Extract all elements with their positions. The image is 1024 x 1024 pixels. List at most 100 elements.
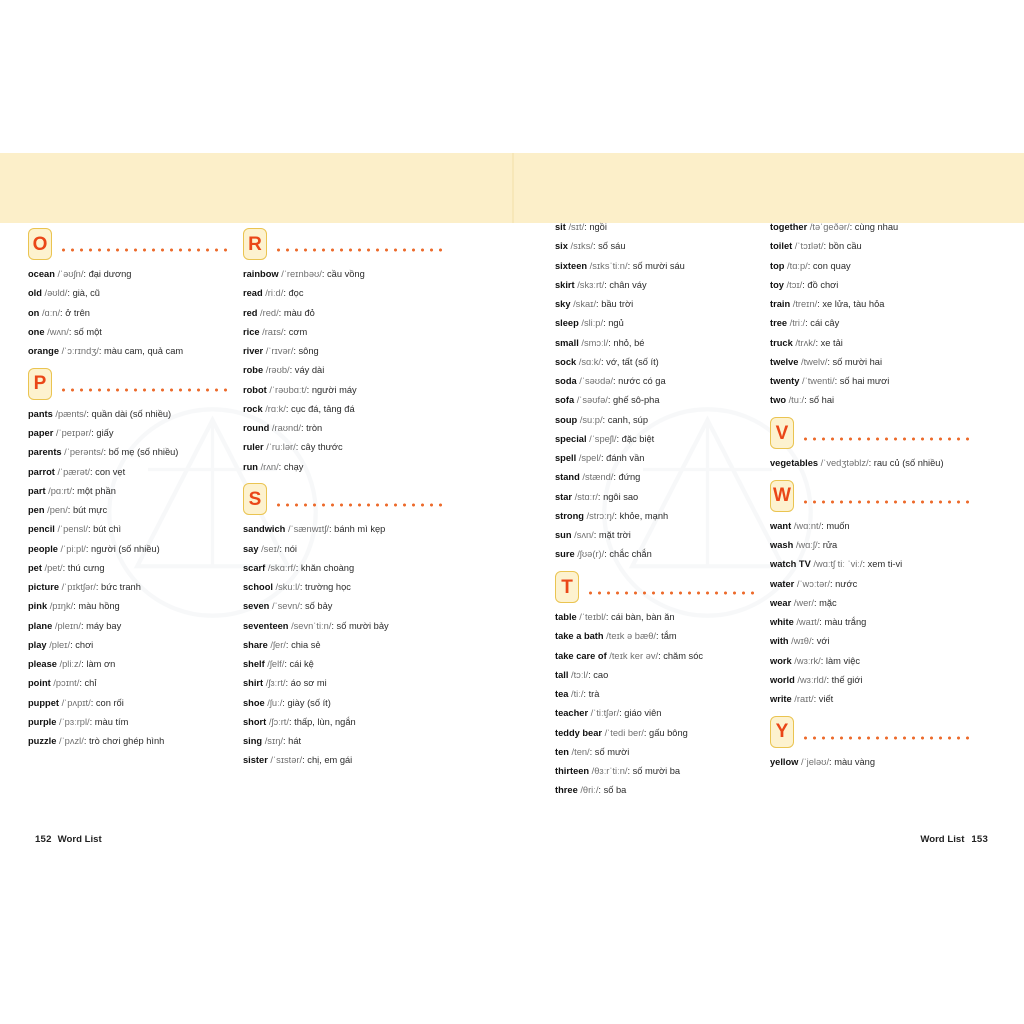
definition: : số ba xyxy=(598,785,627,796)
headword: pencil xyxy=(28,524,55,535)
word-entry: thirteen /θɜːrˈtiːn/: số mười ba xyxy=(555,766,760,777)
pronunciation: /ˈperənts/ xyxy=(61,447,104,458)
word-entry: truck /trʌk/: xe tải xyxy=(770,337,975,349)
definition: : số bảy xyxy=(299,601,333,612)
pronunciation: /rɑːk/ xyxy=(262,403,286,414)
pronunciation: /raɪs/ xyxy=(259,326,284,337)
pronunciation: /ˈəʊʃn/ xyxy=(54,269,84,279)
definition: : chia sẻ xyxy=(285,639,321,650)
definition: : váy dài xyxy=(289,365,325,376)
pronunciation: /ˈjeləʊ/ xyxy=(798,756,830,767)
definition: : làm việc xyxy=(820,655,861,666)
headword: teacher xyxy=(555,708,589,719)
word-entry: twelve /twelv/: số mười hai xyxy=(770,357,975,368)
dotted-rule xyxy=(801,437,975,441)
left-page-columns: Oocean /ˈəʊʃn/: đại dương old /əʊld/: già… xyxy=(28,223,448,776)
headword: sandwich xyxy=(243,524,286,535)
definition: : xe lửa, tàu hỏa xyxy=(817,299,885,309)
pronunciation: /ʃʊə(r)/ xyxy=(574,549,605,560)
definition: : sông xyxy=(293,346,319,356)
pronunciation: /sevnˈtiːn/ xyxy=(288,620,332,631)
definition: : con vẹt xyxy=(90,466,126,477)
definition: : bồn cầu xyxy=(823,241,862,252)
letter-badge-r: R xyxy=(243,228,267,260)
column-3: sit /sɪt/: ngồi six /sɪks/: số sáu sixteen… xyxy=(555,222,760,806)
pronunciation: /ˈsænwɪtʃ/ xyxy=(285,524,329,535)
pronunciation: /θɜːrˈtiːn/ xyxy=(589,766,628,776)
pronunciation: /ˈruːlər/ xyxy=(263,442,296,453)
headword: rainbow xyxy=(243,269,279,279)
dotted-rule xyxy=(801,735,975,740)
headword: world xyxy=(770,674,795,685)
pronunciation: /sɪksˈtiːn/ xyxy=(587,260,628,271)
word-entry: sofa /ˈsəʊfə/: ghế sô-pha xyxy=(555,395,760,406)
headword: rock xyxy=(243,403,263,414)
footer-label-left: Word List xyxy=(57,834,102,845)
pronunciation: /stɑːr/ xyxy=(572,491,598,502)
pronunciation: /red/ xyxy=(257,307,279,318)
word-entry: seventeen /sevnˈtiːn/: số mười bảy xyxy=(243,620,448,632)
definition: : gấu bông xyxy=(643,727,688,738)
definition: : khỏe, mạnh xyxy=(614,510,669,521)
word-entry: ruler /ˈruːlər/: cây thước xyxy=(243,442,448,453)
word-entry: take a bath /teɪk ə bæθ/: tắm xyxy=(555,631,760,642)
headword: ocean xyxy=(28,269,55,279)
headword: rice xyxy=(243,326,260,337)
headword: seven xyxy=(243,601,270,612)
headword: strong xyxy=(555,510,584,521)
word-entry: special /ˈspeʃl/: đặc biệt xyxy=(555,434,760,445)
word-entry: pencil /ˈpensl/: bút chì xyxy=(28,524,233,535)
definition: : trường học xyxy=(299,582,351,592)
pronunciation: /rəʊb/ xyxy=(263,365,290,376)
definition: : cơm xyxy=(283,326,308,337)
word-list-page-spread: Oocean /ˈəʊʃn/: đại dương old /əʊld/: già… xyxy=(0,0,1024,1024)
word-entry: top /tɑːp/: con quay xyxy=(770,261,975,272)
definition: : cầu vồng xyxy=(321,269,365,279)
headword: yellow xyxy=(770,756,799,767)
definition: : tròn xyxy=(300,423,323,433)
word-entry: rock /rɑːk/: cục đá, tảng đá xyxy=(243,403,448,415)
definition: : cái bàn, bàn ăn xyxy=(605,612,675,622)
pronunciation: /stænd/ xyxy=(579,472,614,483)
word-entry: part /pɑːrt/: một phần xyxy=(28,486,233,497)
pronunciation: /ˈrɪvər/ xyxy=(263,346,294,356)
pronunciation: /spel/ xyxy=(576,453,601,463)
headword: truck xyxy=(770,337,793,348)
word-entry: school /skuːl/: trường học xyxy=(243,582,448,593)
headword: sure xyxy=(555,549,575,560)
dotted-rule xyxy=(801,499,975,504)
word-entry: sing /sɪŋ/: hát xyxy=(243,736,448,747)
word-entry: toy /tɔɪ/: đồ chơi xyxy=(770,279,975,291)
word-entry: river /ˈrɪvər/: sông xyxy=(243,346,448,357)
word-entry: teacher /ˈtiːtʃər/: giáo viên xyxy=(555,708,760,719)
word-entry: plane /pleɪn/: máy bay xyxy=(28,621,233,632)
headword: sing xyxy=(243,736,263,746)
headword: pants xyxy=(28,408,53,419)
pronunciation: /sɑːk/ xyxy=(576,356,602,367)
letter-badge-y: Y xyxy=(770,715,794,748)
word-entry: write /raɪt/: viết xyxy=(770,694,975,705)
headword: skirt xyxy=(555,279,575,290)
word-entry: twenty /ˈtwenti/: số hai mươi xyxy=(770,376,975,387)
column-4: together /təˈɡeðər/: cùng nhau toilet /ˈt… xyxy=(770,222,975,806)
headword: tea xyxy=(555,689,569,699)
pronunciation: /tuː/ xyxy=(786,395,805,406)
pronunciation: /ˈsəʊfə/ xyxy=(574,395,608,406)
definition: : ngôi sao xyxy=(597,491,639,502)
headword: sun xyxy=(555,530,572,540)
definition: : số sáu xyxy=(592,241,626,252)
headword: take care of xyxy=(555,650,607,661)
letter-heading-r: R xyxy=(243,227,448,261)
pronunciation: /wɜːrk/ xyxy=(791,655,821,666)
pronunciation: /ʃer/ xyxy=(267,639,286,650)
headword: on xyxy=(28,307,40,318)
headword: read xyxy=(243,288,263,299)
headword: picture xyxy=(28,582,59,592)
headword: short xyxy=(243,716,267,727)
letter-heading-y: Y xyxy=(770,715,975,749)
letter-badge-t: T xyxy=(555,571,579,603)
headword: soda xyxy=(555,376,577,386)
pronunciation: /sɪks/ xyxy=(567,241,593,252)
pronunciation: /tɔɪ/ xyxy=(783,279,803,290)
headword: stand xyxy=(555,472,580,483)
